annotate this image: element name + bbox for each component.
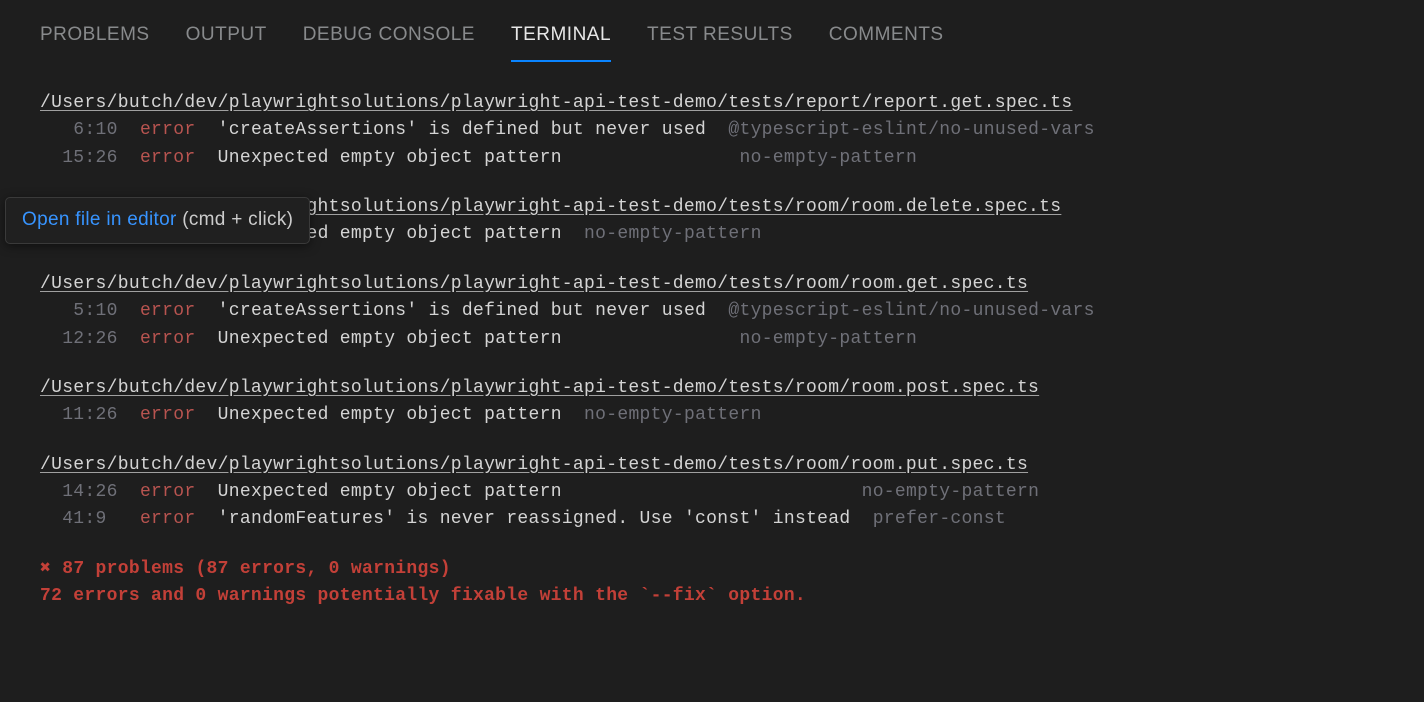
- error-severity: error: [140, 148, 196, 168]
- lint-error-line: 5:10 error 'createAssertions' is defined…: [40, 298, 1384, 325]
- tab-output[interactable]: OUTPUT: [186, 24, 267, 62]
- error-message: Unexpected empty object pattern: [218, 148, 718, 168]
- lint-error-line: 15:26 error Unexpected empty object patt…: [40, 145, 1384, 172]
- error-location: 6:10: [40, 120, 118, 140]
- file-block: /Users/butch/dev/playwrightsolutions/pla…: [40, 271, 1384, 353]
- terminal-output[interactable]: /Users/butch/dev/playwrightsolutions/pla…: [0, 62, 1424, 610]
- lint-error-line: 14:26 error Unexpected empty object patt…: [40, 479, 1384, 506]
- tab-tests[interactable]: TEST RESULTS: [647, 24, 793, 62]
- error-location: 12:26: [40, 329, 118, 349]
- panel-tabs: PROBLEMS OUTPUT DEBUG CONSOLE TERMINAL T…: [0, 0, 1424, 62]
- file-block: /Users/butch/dev/playwrightsolutions/pla…: [40, 90, 1384, 172]
- error-rule: prefer-const: [873, 509, 1006, 529]
- tooltip-link[interactable]: Open file in editor: [22, 209, 177, 230]
- error-message: 'createAssertions' is defined but never …: [218, 301, 706, 321]
- error-rule: no-empty-pattern: [739, 148, 917, 168]
- lint-summary: ✖ 87 problems (87 errors, 0 warnings) 72…: [40, 556, 1384, 611]
- summary-line-2: 72 errors and 0 warnings potentially fix…: [40, 583, 1384, 610]
- file-block: /Users/butch/dev/playwrightsolutions/pla…: [40, 452, 1384, 534]
- hover-tooltip: Open file in editor (cmd + click): [5, 197, 310, 244]
- error-rule: no-empty-pattern: [584, 405, 762, 425]
- tab-debug[interactable]: DEBUG CONSOLE: [303, 24, 475, 62]
- file-path-link[interactable]: /Users/butch/dev/playwrightsolutions/pla…: [40, 274, 1028, 294]
- error-location: 5:10: [40, 301, 118, 321]
- error-message: 'createAssertions' is defined but never …: [218, 120, 706, 140]
- lint-error-line: 6:10 error 'createAssertions' is defined…: [40, 117, 1384, 144]
- error-rule: no-empty-pattern: [584, 224, 762, 244]
- tooltip-hint: (cmd + click): [177, 209, 294, 230]
- tab-problems[interactable]: PROBLEMS: [40, 24, 150, 62]
- error-message: Unexpected empty object pattern: [218, 405, 562, 425]
- error-severity: error: [140, 482, 196, 502]
- error-severity: error: [140, 120, 196, 140]
- file-path-link[interactable]: /Users/butch/dev/playwrightsolutions/pla…: [40, 455, 1028, 475]
- tab-comments[interactable]: COMMENTS: [829, 24, 944, 62]
- file-path-link[interactable]: /Users/butch/dev/playwrightsolutions/pla…: [40, 378, 1039, 398]
- tab-terminal[interactable]: TERMINAL: [511, 24, 611, 62]
- lint-error-line: 11:26 error Unexpected empty object patt…: [40, 402, 1384, 429]
- error-severity: error: [140, 301, 196, 321]
- error-rule: @typescript-eslint/no-unused-vars: [728, 301, 1094, 321]
- error-severity: error: [140, 329, 196, 349]
- error-location: 41:9: [40, 509, 118, 529]
- lint-error-line: 41:9 error 'randomFeatures' is never rea…: [40, 506, 1384, 533]
- error-location: 11:26: [40, 405, 118, 425]
- error-message: Unexpected empty object pattern: [218, 329, 718, 349]
- error-severity: error: [140, 405, 196, 425]
- error-message: Unexpected empty object pattern: [218, 482, 840, 502]
- error-rule: no-empty-pattern: [739, 329, 917, 349]
- file-path-link[interactable]: /Users/butch/dev/playwrightsolutions/pla…: [40, 93, 1072, 113]
- summary-line-1: ✖ 87 problems (87 errors, 0 warnings): [40, 556, 1384, 583]
- lint-error-line: 12:26 error Unexpected empty object patt…: [40, 326, 1384, 353]
- error-location: 15:26: [40, 148, 118, 168]
- error-rule: @typescript-eslint/no-unused-vars: [728, 120, 1094, 140]
- error-rule: no-empty-pattern: [862, 482, 1040, 502]
- error-message: 'randomFeatures' is never reassigned. Us…: [218, 509, 851, 529]
- error-location: 14:26: [40, 482, 118, 502]
- error-severity: error: [140, 509, 196, 529]
- file-block: /Users/butch/dev/playwrightsolutions/pla…: [40, 375, 1384, 430]
